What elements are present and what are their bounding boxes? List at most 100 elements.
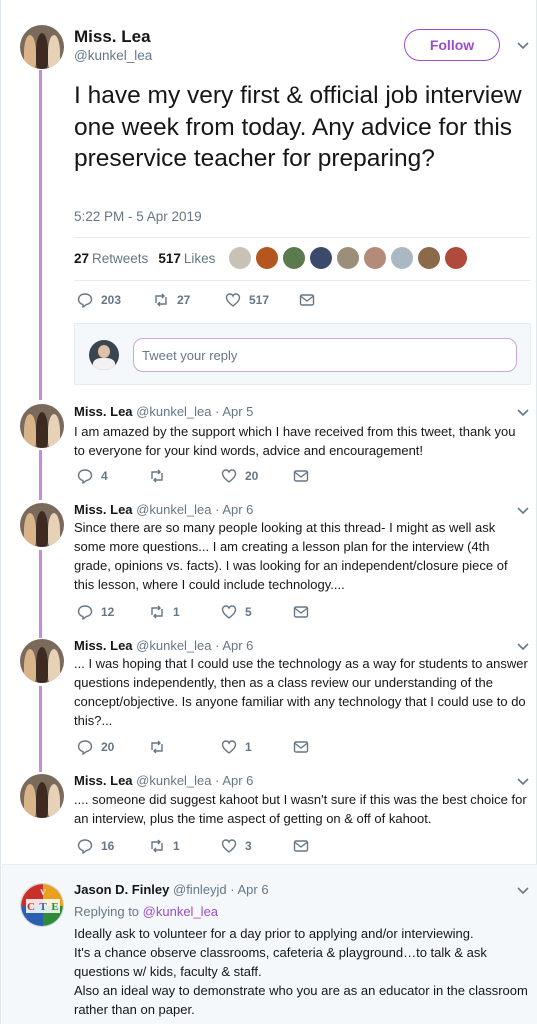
author-meta[interactable]: @kunkel_lea · Apr 6 — [136, 502, 253, 517]
tweet-text: .... someone did suggest kahoot but I wa… — [74, 792, 527, 826]
avatar[interactable] — [445, 247, 467, 269]
message-button[interactable] — [293, 739, 309, 755]
message-button[interactable] — [299, 292, 315, 308]
like-count: 20 — [245, 469, 259, 483]
avatar[interactable] — [20, 639, 64, 683]
like-count: 517 — [249, 293, 270, 307]
tweet-line: It's a chance observe classrooms, cafete… — [74, 945, 487, 979]
reply-button[interactable]: 16 — [77, 838, 149, 854]
retweet-icon — [149, 468, 165, 484]
reply-count: 4 — [101, 469, 108, 483]
thread-line — [39, 686, 42, 772]
chevron-down-icon[interactable] — [516, 777, 530, 787]
author-name[interactable]: Miss. Lea — [74, 638, 133, 653]
retweet-icon — [149, 604, 165, 620]
avatar[interactable] — [20, 774, 64, 818]
like-button[interactable]: 3 — [221, 838, 293, 854]
retweet-icon — [149, 739, 165, 755]
retweet-button[interactable] — [149, 468, 221, 484]
avatar[interactable] — [229, 247, 251, 269]
chevron-down-icon[interactable] — [516, 41, 530, 51]
like-count: 5 — [245, 605, 252, 619]
logo-letter-c: C — [27, 901, 35, 913]
author-meta[interactable]: @kunkel_lea · Apr 6 — [136, 773, 253, 788]
like-count: 3 — [245, 839, 252, 853]
tweet-actions: 20 1 — [77, 739, 309, 755]
avatar[interactable] — [391, 247, 413, 269]
avatar[interactable] — [256, 247, 278, 269]
avatar[interactable] — [337, 247, 359, 269]
logo-letter-t: T — [39, 901, 47, 913]
like-icon — [221, 468, 237, 484]
reply-header: Miss. Lea @kunkel_lea · Apr 5 — [74, 404, 253, 419]
reply-composer — [74, 323, 531, 385]
author-meta[interactable]: @kunkel_lea · Apr 5 — [136, 404, 253, 419]
tweet-timestamp[interactable]: 5:22 PM - 5 Apr 2019 — [74, 209, 202, 224]
message-icon — [299, 292, 315, 308]
reply-count: 20 — [101, 740, 115, 754]
message-icon — [293, 604, 309, 620]
tweet-stats: 27 Retweets 517 Likes — [74, 251, 215, 266]
message-button[interactable] — [293, 468, 309, 484]
reply-button[interactable]: 12 — [77, 604, 149, 620]
tweet-thread-frame: Miss. Lea @kunkel_lea Follow I have my v… — [0, 0, 537, 1024]
reply-button[interactable]: 203 — [77, 292, 153, 308]
retweets-stat[interactable]: 27 Retweets — [74, 251, 148, 266]
chevron-down-icon[interactable] — [516, 506, 530, 516]
tweet-actions: 203 27 517 — [77, 292, 315, 308]
tweet-text: Since there are so many people looking a… — [74, 520, 508, 592]
avatar[interactable] — [20, 25, 64, 69]
avatar[interactable] — [364, 247, 386, 269]
reply-icon — [77, 739, 93, 755]
likes-stat[interactable]: 517 Likes — [158, 251, 215, 266]
retweet-button[interactable]: 1 — [149, 604, 221, 620]
reply-button[interactable]: 20 — [77, 739, 149, 755]
retweet-button[interactable]: 27 — [153, 292, 225, 308]
reply-button[interactable]: 4 — [77, 468, 149, 484]
reply-input[interactable] — [133, 338, 517, 372]
like-icon — [225, 292, 241, 308]
avatar[interactable] — [89, 340, 119, 370]
avatar[interactable] — [418, 247, 440, 269]
like-icon — [221, 604, 237, 620]
avatar[interactable] — [20, 404, 64, 448]
likes-count: 517 — [158, 251, 181, 266]
retweet-count: 1 — [173, 839, 180, 853]
like-button[interactable]: 20 — [221, 468, 293, 484]
author-handle[interactable]: @kunkel_lea — [74, 48, 152, 63]
retweets-label: Retweets — [92, 251, 149, 266]
author-name[interactable]: Miss. Lea — [74, 404, 133, 419]
avatar[interactable] — [20, 503, 64, 547]
avatar[interactable] — [310, 247, 332, 269]
like-button[interactable]: 5 — [221, 604, 293, 620]
retweet-icon — [153, 292, 169, 308]
retweets-count: 27 — [74, 251, 90, 266]
reply-count: 12 — [101, 605, 115, 619]
reply-header: Miss. Lea @kunkel_lea · Apr 6 — [74, 638, 253, 653]
avatar[interactable] — [283, 247, 305, 269]
like-count: 1 — [245, 740, 252, 754]
tweet-actions: 4 20 — [77, 468, 309, 484]
divider — [2, 864, 537, 865]
reply-icon — [77, 838, 93, 854]
like-button[interactable]: 517 — [225, 292, 299, 308]
retweet-button[interactable]: 1 — [149, 838, 221, 854]
like-button[interactable]: 1 — [221, 739, 293, 755]
author-name[interactable]: Jason D. Finley — [74, 882, 169, 897]
message-button[interactable] — [293, 604, 309, 620]
author-meta[interactable]: @finleyjd · Apr 6 — [173, 882, 269, 897]
message-button[interactable] — [293, 838, 309, 854]
author-name[interactable]: Miss. Lea — [74, 773, 133, 788]
tweet-text: Ideally ask to volunteer for a day prior… — [74, 924, 529, 1019]
author-name[interactable]: Miss. Lea — [74, 27, 151, 47]
avatar[interactable]: V C T E — [20, 883, 64, 927]
retweet-button[interactable] — [149, 739, 221, 755]
author-meta[interactable]: @kunkel_lea · Apr 6 — [136, 638, 253, 653]
replying-to-handle[interactable]: @kunkel_lea — [143, 904, 218, 919]
chevron-down-icon[interactable] — [516, 408, 530, 418]
follow-button[interactable]: Follow — [404, 29, 500, 61]
chevron-down-icon[interactable] — [516, 642, 530, 652]
retweet-count: 27 — [177, 293, 191, 307]
author-name[interactable]: Miss. Lea — [74, 502, 133, 517]
chevron-down-icon[interactable] — [516, 886, 530, 896]
